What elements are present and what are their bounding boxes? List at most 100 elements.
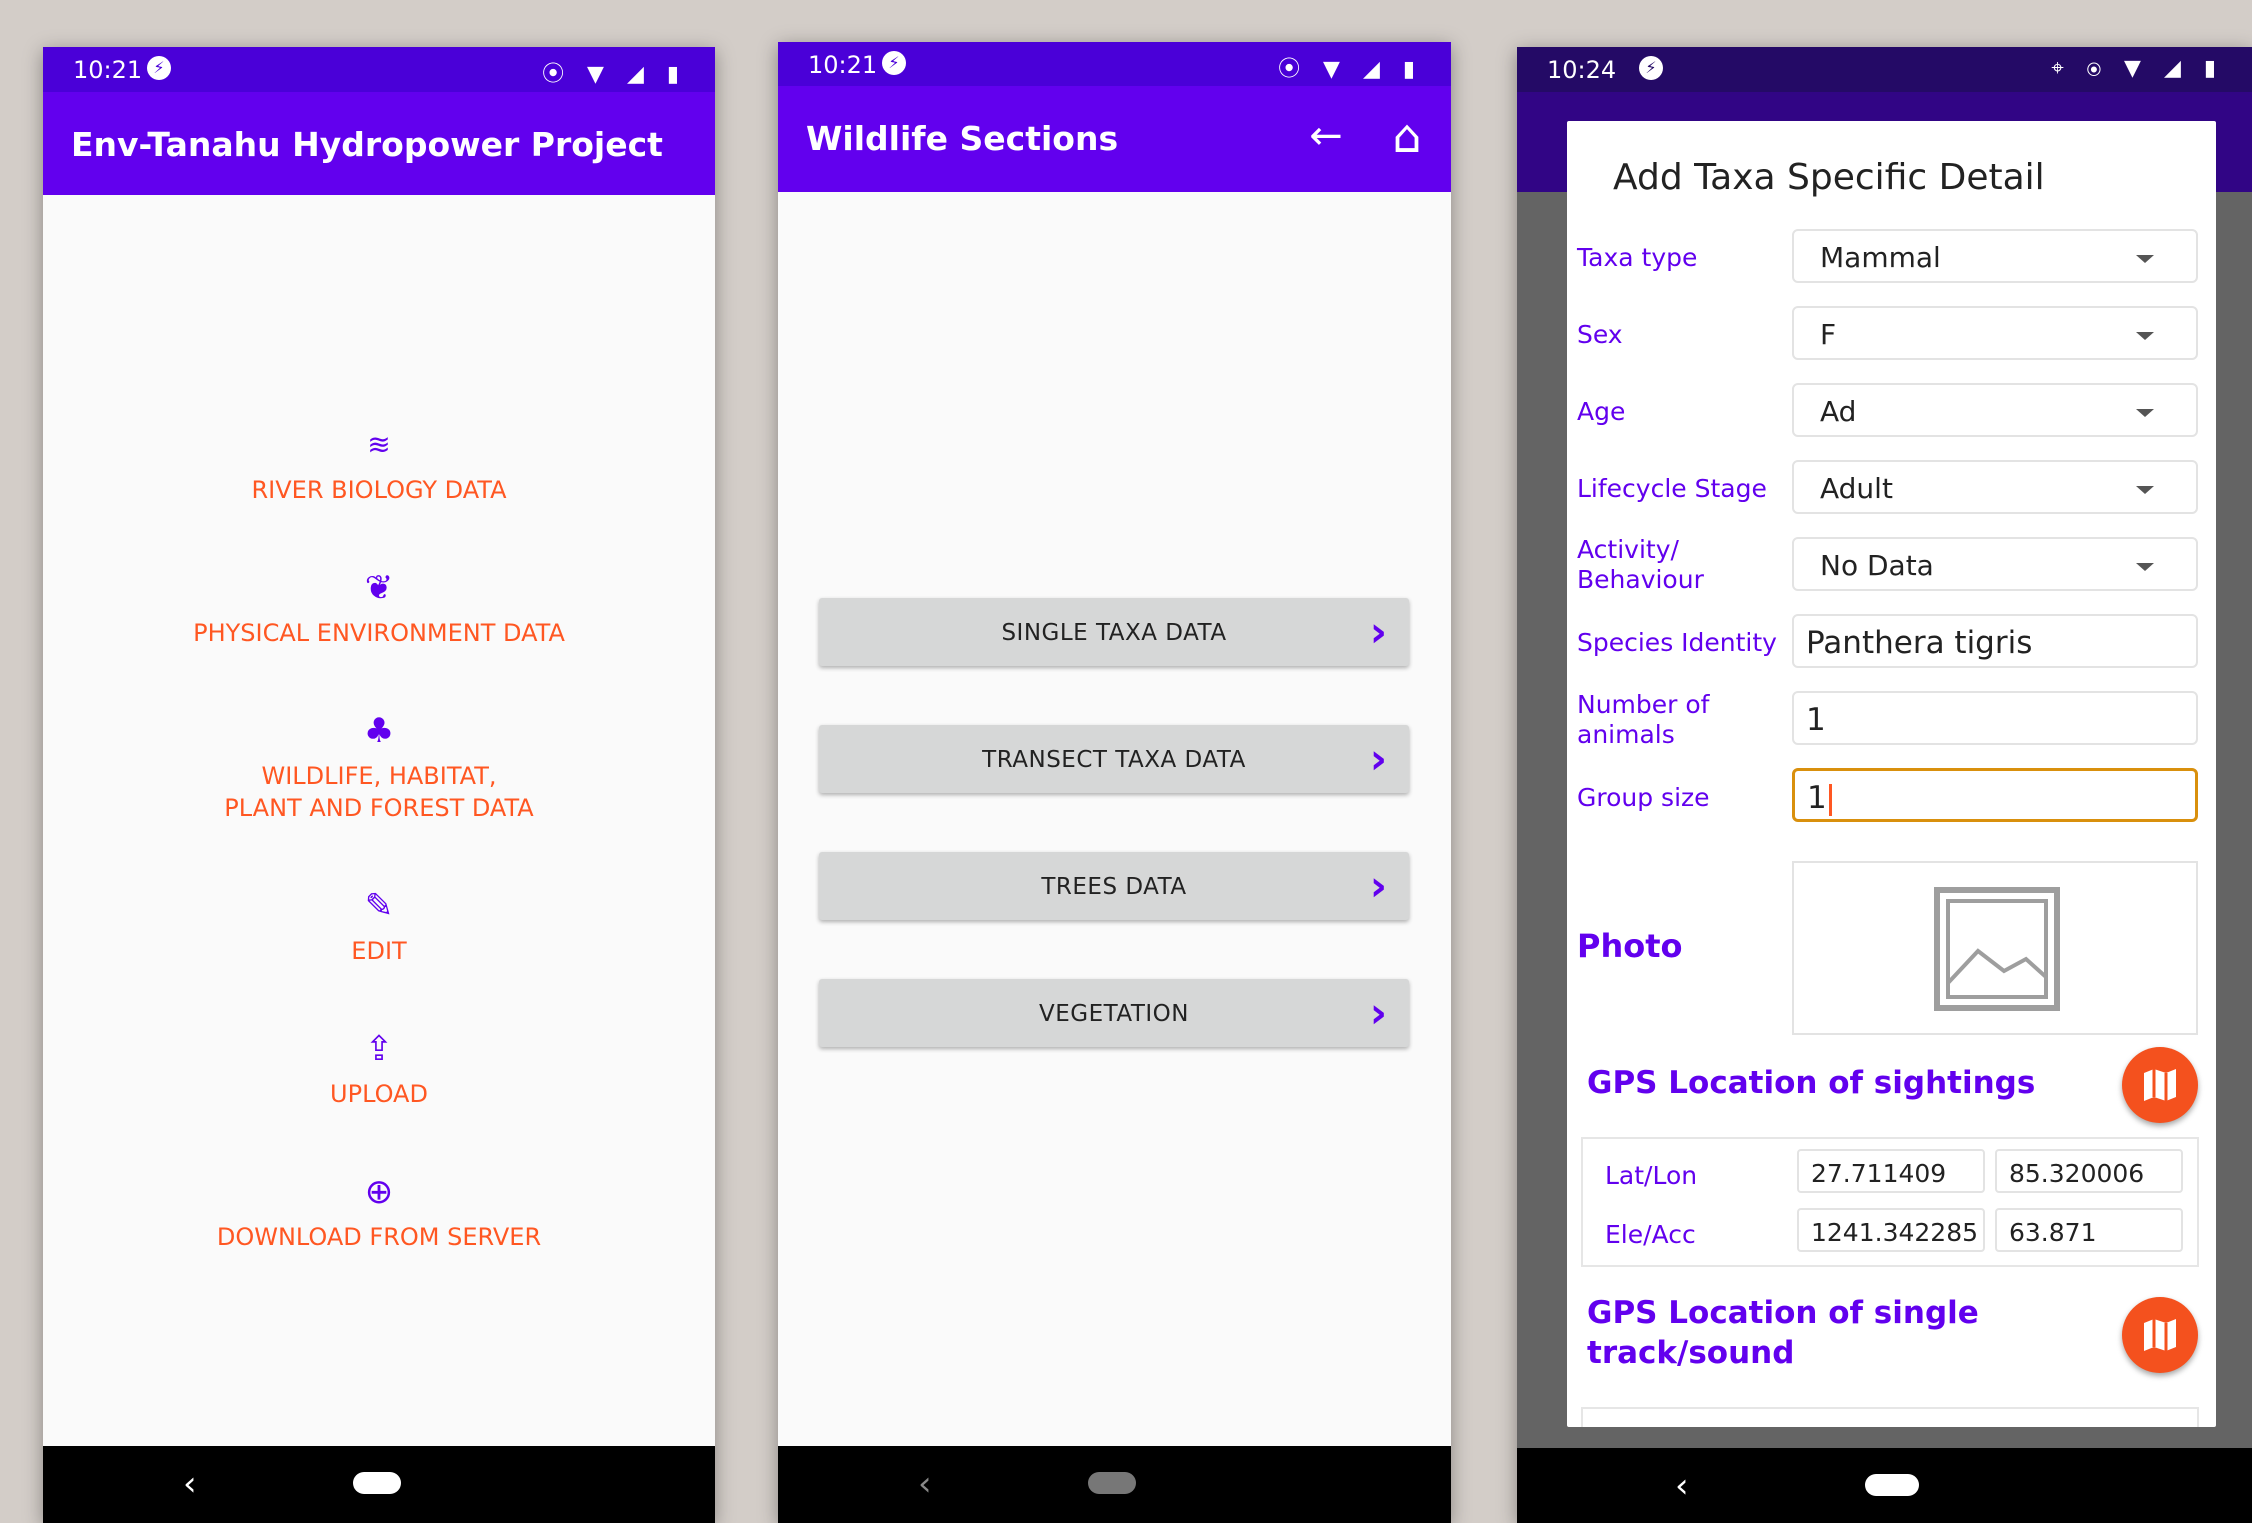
label-line2: animals (1577, 720, 1675, 749)
download-circle-icon: ⊕ (364, 1172, 394, 1212)
messenger-icon: ⚡ (882, 51, 906, 75)
button-label: SINGLE TAXA DATA (1001, 620, 1227, 646)
activity-behaviour-dropdown[interactable]: No Data (1792, 537, 2198, 591)
messenger-icon: ⚡ (1639, 56, 1663, 80)
system-nav-bar: ‹ (43, 1446, 715, 1523)
accuracy-field[interactable]: 63.871 (1995, 1208, 2183, 1252)
system-nav-bar: ‹ (778, 1446, 1451, 1523)
lat-lon-label: Lat/Lon (1605, 1161, 1698, 1190)
photo-label: Photo (1577, 927, 1683, 965)
status-time: 10:24 (1547, 56, 1617, 84)
ele-acc-label: Ele/Acc (1605, 1220, 1696, 1249)
nav-home-pill[interactable] (1088, 1472, 1136, 1494)
sex-value: F (1820, 318, 1837, 351)
map-icon (2144, 1069, 2176, 1101)
map-fab-track[interactable] (2122, 1297, 2198, 1373)
pencil-icon: ✎ (364, 886, 394, 926)
add-taxa-dialog: Add Taxa Specific Detail Taxa type Mamma… (1567, 121, 2216, 1427)
title-line1: GPS Location of single (1587, 1295, 1979, 1331)
taxa-type-label: Taxa type (1577, 243, 1698, 272)
dropdown-arrow-icon (2136, 409, 2154, 417)
species-identity-input[interactable]: Panthera tigris (1792, 614, 2198, 668)
activity-behaviour-label: Activity/ Behaviour (1577, 535, 1704, 595)
chevron-right-icon: › (1369, 734, 1387, 783)
title-line2: track/sound (1587, 1335, 1795, 1371)
status-time: 10:21 (808, 51, 878, 79)
app-title: Env-Tanahu Hydropower Project (71, 125, 663, 164)
lifecycle-stage-dropdown[interactable]: Adult (1792, 460, 2198, 514)
plant-hand-icon: ❦ (364, 568, 394, 608)
transect-taxa-data-button[interactable]: TRANSECT TAXA DATA › (819, 725, 1409, 793)
messenger-icon: ⚡ (147, 56, 171, 80)
group-size-value: 1 (1807, 780, 1827, 816)
menu-download-from-server[interactable]: ⊕ DOWNLOAD FROM SERVER (43, 1171, 715, 1253)
button-label: TREES DATA (1041, 874, 1187, 900)
sex-dropdown[interactable]: F (1792, 306, 2198, 360)
menu-edit[interactable]: ✎ EDIT (43, 885, 715, 967)
app-bar: Env-Tanahu Hydropower Project (43, 92, 715, 195)
number-of-animals-label: Number of animals (1577, 690, 1709, 750)
menu-label: PHYSICAL ENVIRONMENT DATA (193, 619, 565, 647)
taxa-type-dropdown[interactable]: Mammal (1792, 229, 2198, 283)
chevron-right-icon: › (1369, 861, 1387, 910)
lifecycle-stage-value: Adult (1820, 472, 1893, 505)
gps-track-title: GPS Location of single track/sound (1587, 1293, 1979, 1373)
map-fab-sightings[interactable] (2122, 1047, 2198, 1123)
menu-label: EDIT (351, 937, 407, 965)
phone-screen-main-menu: 10:21 ⚡ ⦿ ▼ ◢ ▮ Env-Tanahu Hydropower Pr… (43, 47, 715, 1523)
elevation-field[interactable]: 1241.342285 (1797, 1208, 1985, 1252)
status-icons: ⦿ ▼ ◢ ▮ (542, 62, 687, 87)
menu-label: WILDLIFE, HABITAT, (261, 762, 497, 790)
phone-screen-wildlife-sections: 10:21 ⚡ ⦿ ▼ ◢ ▮ Wildlife Sections ← ⌂ SI… (778, 42, 1451, 1523)
home-icon[interactable]: ⌂ (1379, 108, 1435, 164)
label-line1: Activity/ (1577, 535, 1679, 564)
menu-river-biology[interactable]: ≋ RIVER BIOLOGY DATA (43, 424, 715, 506)
app-bar: Wildlife Sections ← ⌂ (778, 86, 1451, 192)
photo-picker[interactable] (1792, 861, 2198, 1035)
nav-back-icon[interactable]: ‹ (1675, 1466, 1689, 1506)
menu-label-line2: PLANT AND FOREST DATA (224, 794, 534, 822)
sex-label: Sex (1577, 320, 1623, 349)
map-icon (2144, 1319, 2176, 1351)
species-identity-value: Panthera tigris (1806, 625, 2033, 661)
status-icons: ⌖ ⦿ ▼ ◢ ▮ (2051, 56, 2224, 81)
trees-data-button[interactable]: TREES DATA › (819, 852, 1409, 920)
number-of-animals-input[interactable]: 1 (1792, 691, 2198, 745)
menu-label: UPLOAD (330, 1080, 428, 1108)
nav-back-icon[interactable]: ‹ (183, 1464, 197, 1504)
forest-trees-icon: ♣ (363, 711, 395, 751)
status-bar: 10:21 ⚡ ⦿ ▼ ◢ ▮ (43, 47, 715, 92)
group-size-input[interactable]: 1 (1792, 768, 2198, 822)
age-label: Age (1577, 397, 1626, 426)
menu-upload[interactable]: ⇪ UPLOAD (43, 1028, 715, 1110)
label-line2: Behaviour (1577, 565, 1704, 594)
status-bar: 10:21 ⚡ ⦿ ▼ ◢ ▮ (778, 42, 1451, 86)
chevron-right-icon: › (1369, 988, 1387, 1037)
upload-icon: ⇪ (364, 1029, 394, 1069)
longitude-field[interactable]: 85.320006 (1995, 1149, 2183, 1193)
label-line1: Number of (1577, 690, 1710, 719)
button-label: VEGETATION (1039, 1001, 1189, 1027)
vegetation-button[interactable]: VEGETATION › (819, 979, 1409, 1047)
single-taxa-data-button[interactable]: SINGLE TAXA DATA › (819, 598, 1409, 666)
gps-sightings-title: GPS Location of sightings (1587, 1065, 2036, 1101)
latitude-field[interactable]: 27.711409 (1797, 1149, 1985, 1193)
gps-sightings-card: Lat/Lon 27.711409 85.320006 Ele/Acc 1241… (1581, 1137, 2199, 1267)
phone-screen-taxa-detail: 10:24 ⚡ ⌖ ⦿ ▼ ◢ ▮ Add Taxa Specific Deta… (1517, 47, 2252, 1523)
menu-label: RIVER BIOLOGY DATA (251, 476, 507, 504)
dropdown-arrow-icon (2136, 332, 2154, 340)
age-value: Ad (1820, 395, 1857, 428)
nav-home-pill[interactable] (1865, 1474, 1919, 1496)
water-waves-icon: ≋ (367, 428, 391, 461)
dropdown-arrow-icon (2136, 563, 2154, 571)
app-title: Wildlife Sections (806, 119, 1119, 158)
menu-wildlife-habitat[interactable]: ♣ WILDLIFE, HABITAT, PLANT AND FOREST DA… (43, 710, 715, 824)
gps-track-card (1581, 1407, 2199, 1427)
back-arrow-icon[interactable]: ← (1298, 108, 1354, 164)
nav-home-pill[interactable] (353, 1472, 401, 1494)
nav-back-icon[interactable]: ‹ (918, 1464, 932, 1504)
activity-behaviour-value: No Data (1820, 549, 1934, 582)
menu-physical-environment[interactable]: ❦ PHYSICAL ENVIRONMENT DATA (43, 567, 715, 649)
dropdown-arrow-icon (2136, 486, 2154, 494)
age-dropdown[interactable]: Ad (1792, 383, 2198, 437)
